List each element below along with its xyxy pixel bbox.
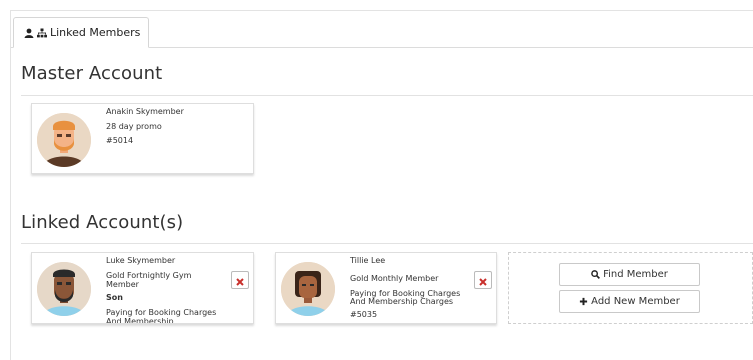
member-name: Tillie Lee bbox=[350, 256, 386, 265]
avatar bbox=[37, 113, 91, 167]
master-account-heading: Master Account bbox=[21, 63, 163, 84]
master-member-card[interactable]: Anakin Skymember 28 day promo #5014 bbox=[31, 103, 254, 174]
plus-icon bbox=[579, 297, 588, 306]
member-name: Anakin Skymember bbox=[106, 107, 184, 116]
linked-member-card[interactable]: Tillie Lee Gold Monthly Member Paying fo… bbox=[275, 252, 497, 324]
sitemap-icon bbox=[37, 28, 47, 38]
linked-member-card[interactable]: Luke Skymember Gold Fortnightly Gym Memb… bbox=[31, 252, 254, 324]
member-payment: Paying for Booking Charges And Membershi… bbox=[106, 308, 217, 324]
find-member-label: Find Member bbox=[603, 269, 668, 280]
add-new-member-button[interactable]: Add New Member bbox=[559, 290, 700, 313]
master-heading-divider bbox=[21, 95, 753, 96]
member-plan: Gold Fortnightly Gym Member bbox=[106, 271, 192, 289]
member-name: Luke Skymember bbox=[106, 256, 176, 265]
tab-linked-members[interactable]: Linked Members bbox=[13, 17, 149, 48]
remove-link-button[interactable] bbox=[474, 271, 492, 289]
remove-link-button[interactable] bbox=[231, 271, 249, 289]
user-icon bbox=[24, 28, 34, 38]
tab-label: Linked Members bbox=[50, 26, 141, 39]
linked-heading-divider bbox=[21, 243, 753, 244]
avatar bbox=[281, 262, 335, 316]
add-new-member-label: Add New Member bbox=[591, 296, 680, 307]
search-icon bbox=[591, 270, 601, 279]
find-member-button[interactable]: Find Member bbox=[559, 263, 700, 286]
close-icon bbox=[479, 271, 487, 290]
avatar bbox=[37, 262, 91, 316]
member-plan: Gold Monthly Member bbox=[350, 274, 439, 283]
member-payment: Paying for Booking Charges And Membershi… bbox=[350, 289, 461, 306]
close-icon bbox=[236, 271, 244, 290]
member-relation: Son bbox=[106, 293, 123, 302]
member-id: #5035 bbox=[350, 310, 378, 319]
member-plan: 28 day promo bbox=[106, 122, 162, 131]
linked-accounts-heading: Linked Account(s) bbox=[21, 212, 184, 233]
member-id: #5014 bbox=[106, 136, 134, 145]
